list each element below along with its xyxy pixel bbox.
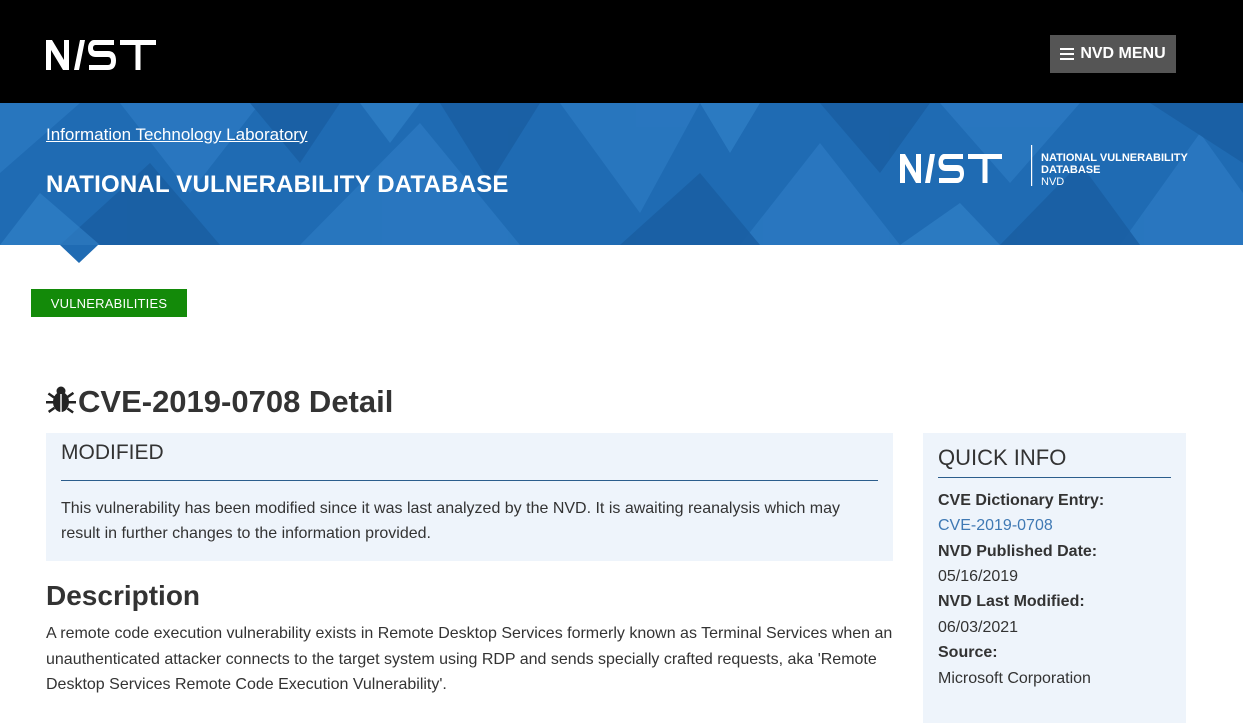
vulnerabilities-badge[interactable]: VULNERABILITIES [31, 289, 187, 317]
page-title: CVE-2019-0708 Detail [46, 384, 393, 420]
bug-icon [46, 385, 76, 420]
description-heading: Description [46, 580, 201, 611]
quick-info-title: QUICK INFO [938, 445, 1067, 470]
divider [61, 480, 878, 481]
cve-detail-heading: CVE-2019-0708 Detail [78, 384, 394, 419]
description-text: A remote code execution vulnerability ex… [46, 625, 893, 693]
last-modified-label: NVD Last Modified: [938, 593, 1085, 610]
nist-logo[interactable] [46, 38, 156, 75]
modified-text: This vulnerability has been modified sin… [61, 500, 841, 542]
top-navigation-bar: NVD MENU [0, 0, 1243, 103]
source-label: Source: [938, 644, 998, 661]
nvd-menu-button[interactable]: NVD MENU [1050, 35, 1176, 73]
banner-pointer [60, 245, 98, 263]
nvd-logo-text: NATIONAL VULNERABILITY DATABASE NVD [1041, 152, 1188, 188]
nvd-title[interactable]: NATIONAL VULNERABILITY DATABASE [46, 171, 509, 199]
published-date-value: 05/16/2019 [938, 568, 1019, 585]
nvd-logo-line1: NATIONAL VULNERABILITY [1041, 152, 1188, 164]
quick-info-panel: QUICK INFO CVE Dictionary Entry: CVE-201… [923, 433, 1186, 723]
itl-link[interactable]: Information Technology Laboratory [46, 125, 307, 145]
cve-entry-link[interactable]: CVE-2019-0708 [938, 517, 1053, 534]
published-date-label: NVD Published Date: [938, 543, 1098, 560]
divider [938, 477, 1171, 478]
modified-title: MODIFIED [61, 441, 164, 464]
cve-entry-value: CVE-2019-0708 [938, 517, 1053, 535]
nist-nvd-logo[interactable] [898, 143, 1038, 193]
cve-entry-label: CVE Dictionary Entry: [938, 492, 1105, 509]
hamburger-icon [1060, 48, 1075, 60]
nvd-menu-label: NVD MENU [1080, 45, 1166, 62]
nvd-logo-line3: NVD [1041, 176, 1065, 188]
modified-alert-panel: MODIFIED This vulnerability has been mod… [46, 433, 893, 561]
last-modified-value: 06/03/2021 [938, 619, 1019, 636]
source-value: Microsoft Corporation [938, 670, 1091, 687]
nvd-logo-line2: DATABASE [1041, 164, 1101, 176]
